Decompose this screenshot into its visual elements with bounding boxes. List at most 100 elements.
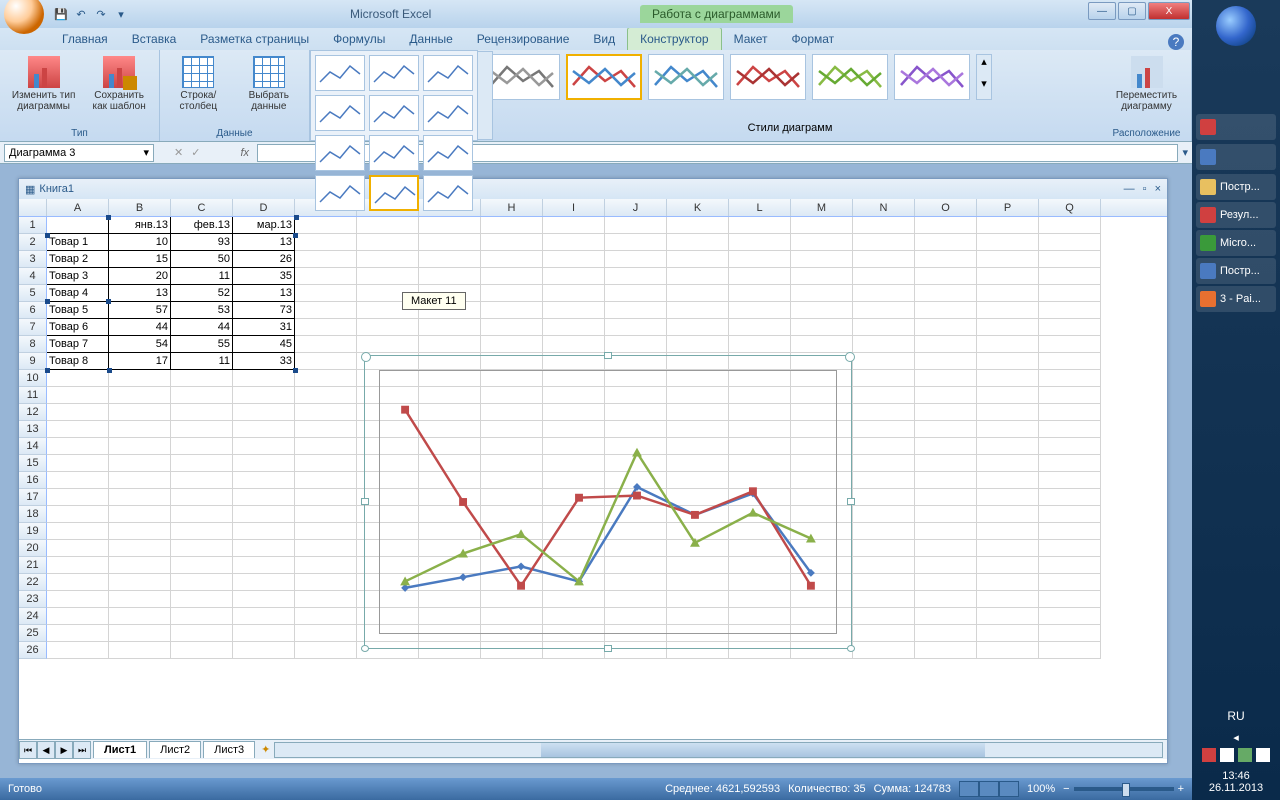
cell[interactable]	[47, 625, 109, 642]
fx-label[interactable]: fx	[240, 147, 249, 159]
cell[interactable]	[109, 642, 171, 659]
cell[interactable]	[109, 421, 171, 438]
ribbon-tab[interactable]: Макет	[722, 28, 780, 50]
cell[interactable]	[419, 234, 481, 251]
cell[interactable]	[543, 251, 605, 268]
cell[interactable]	[667, 319, 729, 336]
cell[interactable]	[977, 387, 1039, 404]
taskbar-item[interactable]: Постр...	[1196, 258, 1276, 284]
zoom-out-button[interactable]: −	[1063, 783, 1069, 795]
column-header[interactable]: N	[853, 199, 915, 216]
cell[interactable]	[853, 370, 915, 387]
cell[interactable]	[109, 506, 171, 523]
column-header[interactable]: C	[171, 199, 233, 216]
new-sheet-button[interactable]: ✦	[261, 743, 270, 756]
cell[interactable]	[915, 387, 977, 404]
cell[interactable]	[109, 472, 171, 489]
row-header[interactable]: 25	[19, 625, 47, 642]
cell[interactable]	[419, 268, 481, 285]
next-sheet-button[interactable]: ▶	[55, 741, 73, 759]
column-header[interactable]: Q	[1039, 199, 1101, 216]
chart-layout-item[interactable]	[423, 175, 473, 211]
window-close-button[interactable]: X	[1148, 2, 1190, 20]
cell[interactable]	[729, 285, 791, 302]
cell[interactable]: Товар 8	[47, 353, 109, 370]
cell[interactable]	[915, 608, 977, 625]
cell[interactable]	[295, 387, 357, 404]
taskbar-item[interactable]: Micro...	[1196, 230, 1276, 256]
cell[interactable]: фев.13	[171, 217, 233, 234]
cell[interactable]: 13	[233, 285, 295, 302]
cell[interactable]	[977, 268, 1039, 285]
row-header[interactable]: 17	[19, 489, 47, 506]
redo-icon[interactable]: ↷	[92, 5, 110, 23]
cell[interactable]	[853, 489, 915, 506]
cell[interactable]	[171, 642, 233, 659]
cell[interactable]	[977, 591, 1039, 608]
cell[interactable]	[977, 489, 1039, 506]
cell[interactable]	[543, 217, 605, 234]
cell[interactable]	[1039, 506, 1101, 523]
cell[interactable]	[171, 608, 233, 625]
cell[interactable]	[171, 506, 233, 523]
cell[interactable]	[915, 336, 977, 353]
cell[interactable]	[1039, 489, 1101, 506]
cell[interactable]	[1039, 557, 1101, 574]
cell[interactable]: 17	[109, 353, 171, 370]
cell[interactable]: мар.13	[233, 217, 295, 234]
cell[interactable]	[109, 557, 171, 574]
zoom-in-button[interactable]: +	[1178, 783, 1184, 795]
cell[interactable]	[109, 608, 171, 625]
cell[interactable]: 50	[171, 251, 233, 268]
cell[interactable]	[47, 608, 109, 625]
ribbon-tab[interactable]: Главная	[50, 28, 120, 50]
chart-style-swatch[interactable]	[894, 54, 970, 100]
cell[interactable]	[481, 251, 543, 268]
cell[interactable]	[543, 302, 605, 319]
cell[interactable]: 55	[171, 336, 233, 353]
chart-style-swatch[interactable]	[566, 54, 642, 100]
cell[interactable]	[791, 251, 853, 268]
cell[interactable]	[233, 625, 295, 642]
cell[interactable]: 45	[233, 336, 295, 353]
chart-layout-item[interactable]	[315, 135, 365, 171]
column-header[interactable]: I	[543, 199, 605, 216]
cell[interactable]	[109, 540, 171, 557]
worksheet[interactable]: ABCDEFGHIJKLMNOPQ 1янв.13фев.13мар.132То…	[19, 199, 1167, 739]
row-header[interactable]: 15	[19, 455, 47, 472]
cell[interactable]	[109, 523, 171, 540]
cell[interactable]	[977, 302, 1039, 319]
battery-icon[interactable]	[1238, 748, 1252, 762]
column-header[interactable]: A	[47, 199, 109, 216]
cell[interactable]	[977, 319, 1039, 336]
cell[interactable]	[853, 234, 915, 251]
cell[interactable]	[791, 234, 853, 251]
cell[interactable]	[853, 302, 915, 319]
window-minimize-button[interactable]: —	[1124, 183, 1135, 195]
cell[interactable]	[357, 251, 419, 268]
cell[interactable]	[233, 489, 295, 506]
cell[interactable]	[791, 319, 853, 336]
cell[interactable]	[233, 421, 295, 438]
cell[interactable]	[605, 319, 667, 336]
zoom-level[interactable]: 100%	[1027, 783, 1055, 795]
cell[interactable]	[915, 489, 977, 506]
ribbon-tab[interactable]: Вид	[581, 28, 627, 50]
row-header[interactable]: 24	[19, 608, 47, 625]
cell[interactable]	[1039, 608, 1101, 625]
cell[interactable]: 93	[171, 234, 233, 251]
cell[interactable]	[109, 438, 171, 455]
cell[interactable]	[1039, 523, 1101, 540]
cell[interactable]	[171, 625, 233, 642]
help-button[interactable]: ?	[1168, 34, 1184, 50]
cell[interactable]	[481, 217, 543, 234]
cell[interactable]	[419, 319, 481, 336]
cell[interactable]	[1039, 234, 1101, 251]
cell[interactable]	[1039, 421, 1101, 438]
clock[interactable]: 13:46 26.11.2013	[1192, 766, 1280, 800]
cell[interactable]	[109, 404, 171, 421]
undo-icon[interactable]: ↶	[72, 5, 90, 23]
cell[interactable]	[853, 574, 915, 591]
row-header[interactable]: 1	[19, 217, 47, 234]
cell[interactable]	[47, 438, 109, 455]
